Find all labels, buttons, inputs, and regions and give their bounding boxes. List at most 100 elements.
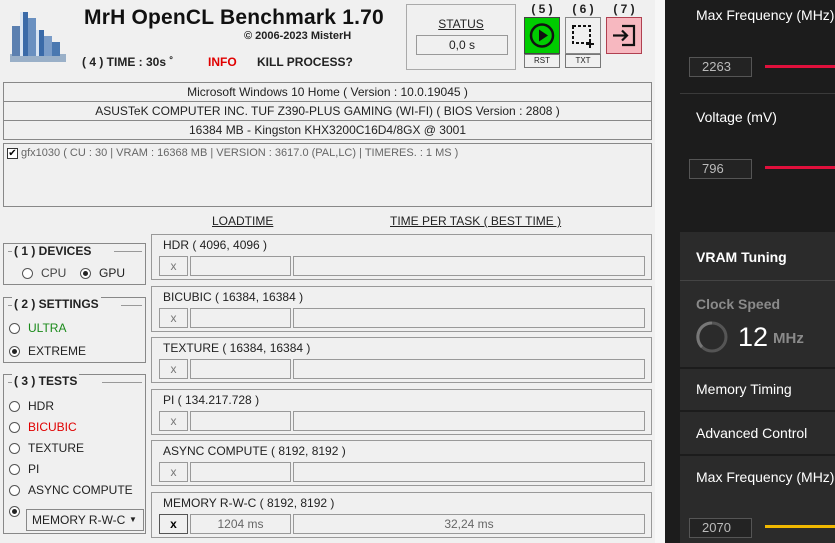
status-value: 0,0 s bbox=[416, 35, 508, 55]
vram-max-frequency-slider[interactable] bbox=[765, 525, 835, 528]
test-panel-hdr: HDR ( 4096, 4096 ) x bbox=[151, 234, 652, 280]
panel-clear-button[interactable]: x bbox=[159, 359, 188, 379]
memory-info: 16384 MB - Kingston KHX3200C16D4/8GX @ 3… bbox=[3, 120, 652, 140]
test-select-value: MEMORY R-W-C bbox=[32, 513, 126, 527]
test-bicubic-option[interactable]: BICUBIC bbox=[9, 420, 77, 434]
clock-speed-unit: MHz bbox=[773, 330, 804, 347]
advanced-control-item[interactable]: Advanced Control bbox=[696, 425, 807, 441]
task-time-header: TIME PER TASK ( BEST TIME ) bbox=[390, 214, 562, 228]
app-logo-icon bbox=[10, 12, 66, 62]
radio-memory[interactable] bbox=[9, 506, 20, 517]
exit-button[interactable] bbox=[606, 17, 642, 54]
benchmark-window: MrH OpenCL Benchmark 1.70 © 2006-2023 Mi… bbox=[0, 0, 655, 543]
reset-number: ( 5 ) bbox=[531, 2, 553, 16]
tests-group: ( 3 ) TESTS HDR BICUBIC TEXTURE PI ASYNC… bbox=[3, 374, 146, 534]
voltage-label: Voltage (mV) bbox=[696, 109, 777, 125]
setting-extreme-label: EXTREME bbox=[28, 344, 87, 358]
setting-ultra-label: ULTRA bbox=[28, 321, 67, 335]
txt-button[interactable]: TXT bbox=[565, 54, 601, 68]
vram-max-frequency-input[interactable]: 2070 bbox=[689, 518, 752, 538]
loadtime-header: LOADTIME bbox=[212, 214, 274, 228]
status-box: STATUS 0,0 s bbox=[406, 4, 516, 70]
app-title: MrH OpenCL Benchmark 1.70 bbox=[84, 6, 384, 29]
panel-loadtime bbox=[190, 256, 291, 276]
panel-loadtime bbox=[190, 308, 291, 328]
rst-button[interactable]: RST bbox=[524, 54, 560, 68]
panel-task-time: 32,24 ms bbox=[293, 514, 645, 534]
group-divider bbox=[102, 382, 142, 383]
test-memory-option[interactable] bbox=[9, 506, 20, 517]
max-frequency-label: Max Frequency (MHz) bbox=[696, 7, 835, 23]
window-gap bbox=[655, 0, 665, 543]
device-gpu-option[interactable]: GPU bbox=[80, 266, 125, 280]
panel-clear-button[interactable]: x bbox=[159, 308, 188, 328]
kill-process-toggle[interactable]: KILL PROCESS? bbox=[257, 55, 353, 69]
panel-clear-button[interactable]: x bbox=[159, 256, 188, 276]
panel-loadtime: 1204 ms bbox=[190, 514, 291, 534]
gpu-list-item[interactable]: ✔ gfx1030 ( CU : 30 | VRAM : 16368 MB | … bbox=[7, 147, 458, 159]
panel-title: HDR ( 4096, 4096 ) bbox=[163, 238, 268, 252]
test-hdr-option[interactable]: HDR bbox=[9, 399, 54, 413]
test-pi-label: PI bbox=[28, 462, 40, 476]
clock-speed-value: 12 bbox=[738, 322, 769, 352]
run-button[interactable] bbox=[524, 17, 560, 54]
test-hdr-label: HDR bbox=[28, 399, 54, 413]
clock-speed-label: Clock Speed bbox=[696, 296, 781, 312]
devices-group: ( 1 ) DEVICES CPU GPU bbox=[3, 243, 146, 285]
setting-extreme-option[interactable]: EXTREME bbox=[9, 344, 86, 358]
divider bbox=[680, 454, 835, 456]
panel-clear-button[interactable]: x bbox=[159, 514, 188, 534]
gpu-checkbox[interactable]: ✔ bbox=[7, 147, 18, 159]
radio-cpu[interactable] bbox=[22, 267, 33, 279]
time-setting[interactable]: ( 4 ) TIME : 30s ˚ bbox=[82, 55, 173, 69]
voltage-slider[interactable] bbox=[765, 166, 835, 169]
voltage-input[interactable]: 796 bbox=[689, 159, 752, 179]
copyright-line: © 2006-2023 MisterH bbox=[244, 30, 352, 42]
panel-task-time bbox=[293, 256, 645, 276]
panel-title: TEXTURE ( 16384, 16384 ) bbox=[163, 341, 311, 355]
test-panel-texture: TEXTURE ( 16384, 16384 ) x bbox=[151, 337, 652, 383]
txt-number: ( 6 ) bbox=[572, 2, 594, 16]
max-frequency-input[interactable]: 2263 bbox=[689, 57, 752, 77]
test-select[interactable]: MEMORY R-W-C ▼ bbox=[26, 509, 144, 531]
vram-tuning-title: VRAM Tuning bbox=[696, 249, 787, 265]
radio-bicubic[interactable] bbox=[9, 421, 20, 433]
panel-loadtime bbox=[190, 359, 291, 379]
vram-max-frequency-label: Max Frequency (MHz) bbox=[696, 469, 835, 485]
panel-loadtime bbox=[190, 462, 291, 482]
device-gpu-label: GPU bbox=[99, 266, 126, 280]
test-panel-bicubic: BICUBIC ( 16384, 16384 ) x bbox=[151, 286, 652, 332]
radio-texture[interactable] bbox=[9, 442, 20, 454]
group-divider bbox=[114, 251, 142, 252]
radio-ultra[interactable] bbox=[9, 322, 20, 334]
setting-ultra-option[interactable]: ULTRA bbox=[9, 321, 66, 335]
devices-title: ( 1 ) DEVICES bbox=[12, 244, 94, 258]
settings-group: ( 2 ) SETTINGS ULTRA EXTREME bbox=[3, 297, 146, 363]
board-info: ASUSTeK COMPUTER INC. TUF Z390-PLUS GAMI… bbox=[3, 101, 652, 121]
radio-hdr[interactable] bbox=[9, 400, 20, 412]
max-frequency-slider[interactable] bbox=[765, 65, 835, 68]
chevron-down-icon[interactable]: ▼ bbox=[123, 510, 143, 530]
radio-extreme[interactable] bbox=[9, 345, 20, 357]
status-label: STATUS bbox=[438, 17, 484, 31]
radio-pi[interactable] bbox=[9, 463, 20, 475]
exit-icon bbox=[613, 24, 636, 47]
panel-clear-button[interactable]: x bbox=[159, 411, 188, 431]
panel-title: ASYNC COMPUTE ( 8192, 8192 ) bbox=[163, 444, 346, 458]
divider bbox=[680, 367, 835, 369]
test-pi-option[interactable]: PI bbox=[9, 462, 39, 476]
test-texture-label: TEXTURE bbox=[28, 441, 85, 455]
crop-button[interactable] bbox=[565, 17, 601, 54]
memory-timing-item[interactable]: Memory Timing bbox=[696, 381, 792, 397]
divider bbox=[680, 410, 835, 412]
device-cpu-option[interactable]: CPU bbox=[22, 266, 66, 280]
test-async-option[interactable]: ASYNC COMPUTE bbox=[9, 483, 133, 497]
radio-gpu[interactable] bbox=[80, 267, 91, 279]
test-texture-option[interactable]: TEXTURE bbox=[9, 441, 84, 455]
os-info: Microsoft Windows 10 Home ( Version : 10… bbox=[3, 82, 652, 102]
panel-clear-button[interactable]: x bbox=[159, 462, 188, 482]
radio-async[interactable] bbox=[9, 484, 20, 496]
copyright-text: 2006-2023 MisterH bbox=[255, 30, 352, 42]
divider bbox=[680, 280, 835, 281]
info-link[interactable]: INFO bbox=[208, 55, 237, 69]
